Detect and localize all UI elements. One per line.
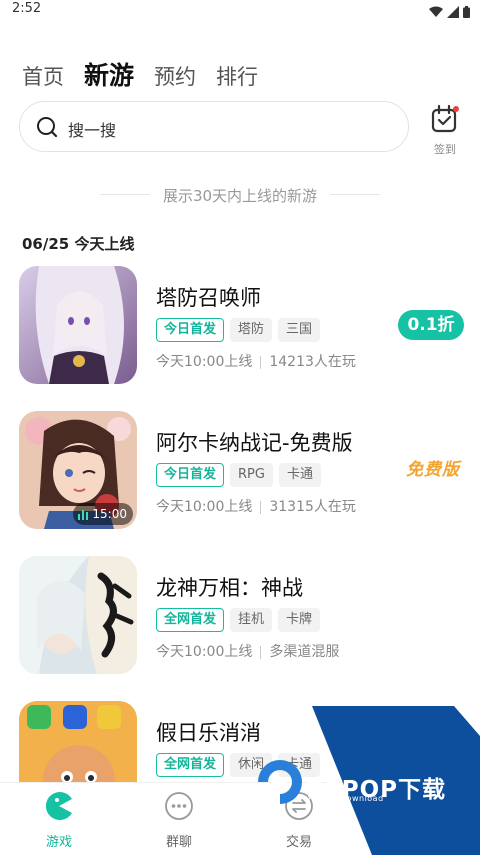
game-item[interactable]: 塔防召唤师 今日首发 塔防 三国 今天10:00上线 14213人在玩 0.1折 [19, 266, 464, 384]
nav-item-profile[interactable]: 我的 [379, 791, 459, 850]
date-heading: 06/25 今天上线 [22, 235, 135, 253]
tab-ranking[interactable]: 排行 [216, 61, 258, 91]
nav-label: 游戏 [45, 835, 72, 850]
game-name: 龙神万相：神战 [156, 576, 303, 600]
tag-launch: 今日首发 [156, 463, 225, 487]
profile-icon [405, 792, 433, 820]
battery-icon [463, 6, 470, 18]
nav-label: 我的 [405, 835, 432, 850]
status-time: 2:52 [12, 1, 42, 16]
launch-time: 今天10:00上线 [156, 499, 253, 515]
game-name: 塔防召唤师 [156, 286, 261, 310]
nav-item-trade[interactable]: 交易 [259, 791, 339, 850]
tag-row: 全网首发 挂机 卡牌 [156, 608, 321, 632]
game-meta: 今天10:00上线 多渠道混服 [156, 641, 339, 661]
nav-item-games[interactable]: 游戏 [19, 791, 99, 850]
signal-icon [447, 6, 459, 18]
search-placeholder: 搜一搜 [68, 121, 117, 140]
pacman-icon [45, 792, 72, 820]
tag-row: 今日首发 RPG 卡通 [156, 463, 321, 487]
wifi-icon [429, 6, 443, 17]
tab-home[interactable]: 首页 [22, 61, 64, 91]
play-time-overlay: 15:00 [73, 503, 133, 525]
player-count: 14213人在玩 [269, 354, 356, 370]
status-icons [429, 5, 470, 19]
discount-badge[interactable]: 0.1折 [398, 310, 464, 340]
tag: 塔防 [230, 318, 273, 342]
game-name: 阿尔卡纳战记-免费版 [156, 431, 353, 455]
section-note: 展示30天内上线的新游 [162, 187, 318, 205]
nav-label: 交易 [285, 835, 312, 850]
status-bar: 2:52 [0, 0, 480, 26]
bottom-nav: 游戏 群聊 交易 我的 [0, 782, 480, 855]
chat-dots-icon [165, 792, 193, 820]
exchange-icon [285, 792, 313, 820]
tab-reserve[interactable]: 预约 [154, 61, 196, 91]
tag: 卡通 [278, 463, 321, 487]
game-item[interactable]: 龙神万相：神战 全网首发 挂机 卡牌 今天10:00上线 多渠道混服 [19, 556, 464, 674]
game-meta: 今天10:00上线 31315人在玩 [156, 496, 356, 516]
free-version-badge[interactable]: 免费版 [406, 455, 460, 480]
tag: 卡牌 [278, 608, 321, 632]
game-icon: 15:00 [19, 411, 137, 529]
checkin-button[interactable]: 签到 [425, 104, 465, 157]
server-info: 多渠道混服 [269, 644, 340, 660]
play-time: 15:00 [92, 507, 127, 521]
tab-new-games[interactable]: 新游 [84, 56, 134, 92]
tag-row: 全网首发 休闲 卡通 [156, 753, 321, 777]
checkin-label: 签到 [434, 143, 456, 156]
game-icon [19, 266, 137, 384]
search-icon [37, 117, 58, 138]
tag-row: 今日首发 塔防 三国 [156, 318, 321, 342]
tag: RPG [230, 463, 273, 487]
nav-item-group-chat[interactable]: 群聊 [139, 791, 219, 850]
tag: 挂机 [230, 608, 273, 632]
tag-launch: 全网首发 [156, 753, 225, 777]
calendar-check-icon [431, 104, 459, 133]
tag: 三国 [278, 318, 321, 342]
game-meta: 今天10:00上线 14213人在玩 [156, 351, 356, 371]
launch-time: 今天10:00上线 [156, 354, 253, 370]
game-item[interactable]: 15:00 阿尔卡纳战记-免费版 今日首发 RPG 卡通 今天10:00上线 31… [19, 411, 464, 529]
launch-time: 今天10:00上线 [156, 644, 253, 660]
tag-launch: 今日首发 [156, 318, 225, 342]
top-tabs: 首页 新游 预约 排行 [22, 56, 278, 92]
nav-label: 群聊 [165, 835, 192, 850]
game-icon [19, 556, 137, 674]
player-count: 31315人在玩 [269, 499, 356, 515]
bar-chart-icon [78, 510, 89, 520]
game-name: 假日乐消消 [156, 721, 261, 745]
tag: 休闲 [230, 753, 273, 777]
tag-launch: 全网首发 [156, 608, 225, 632]
search-input[interactable]: 搜一搜 [19, 101, 409, 152]
tag: 卡通 [278, 753, 321, 777]
